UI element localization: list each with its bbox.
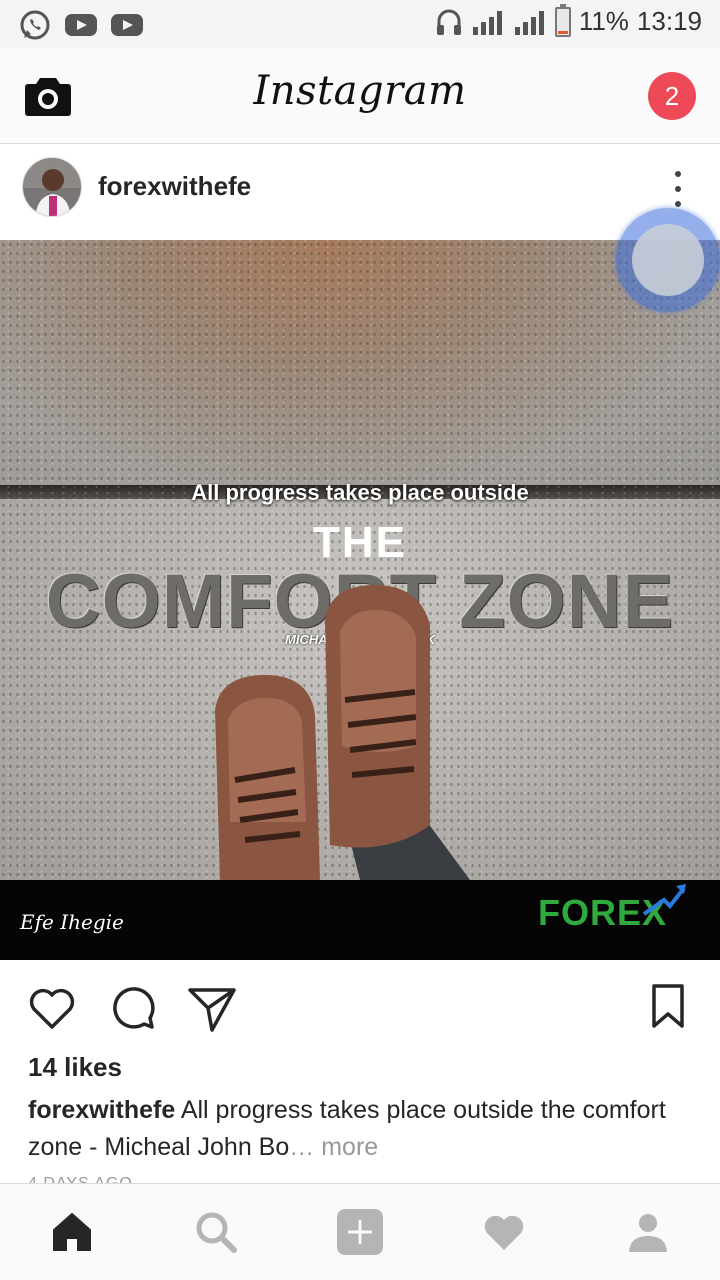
- logo-arrow-icon: [642, 884, 686, 916]
- whatsapp-icon: [18, 8, 52, 42]
- touch-indicator: [616, 208, 720, 312]
- post-image[interactable]: All progress takes place outside THE COM…: [0, 240, 720, 960]
- app-header: Instagram 2: [0, 48, 720, 144]
- notification-badge[interactable]: 2: [648, 72, 696, 120]
- signal-icon: [471, 9, 505, 35]
- status-notifications: [18, 8, 144, 42]
- bottom-nav: [0, 1183, 720, 1280]
- status-system: 11% 13:19: [435, 3, 702, 37]
- post-caption: forexwithefe All progress takes place ou…: [28, 1092, 688, 1166]
- status-bar: 11% 13:19: [0, 0, 720, 48]
- add-icon[interactable]: [336, 1208, 384, 1256]
- battery-percent: 11%: [578, 6, 629, 36]
- headphones-icon: [435, 7, 463, 37]
- like-count[interactable]: 14 likes: [28, 1052, 122, 1083]
- battery-icon: [554, 3, 571, 37]
- youtube-icon: [110, 12, 144, 38]
- search-icon[interactable]: [192, 1208, 240, 1256]
- more-options-icon[interactable]: [666, 171, 690, 207]
- caption-more-link[interactable]: … more: [289, 1133, 378, 1161]
- post-header: forexwithefe: [0, 145, 720, 239]
- bookmark-icon[interactable]: [642, 982, 694, 1034]
- profile-icon[interactable]: [624, 1208, 672, 1256]
- activity-icon[interactable]: [480, 1208, 528, 1256]
- youtube-icon: [64, 12, 98, 38]
- avatar[interactable]: [22, 157, 82, 217]
- image-signature: Efe Ihegie: [20, 910, 124, 934]
- post-username[interactable]: forexwithefe: [98, 171, 251, 202]
- heart-icon[interactable]: [26, 982, 78, 1034]
- share-icon[interactable]: [186, 982, 238, 1034]
- home-icon[interactable]: [48, 1208, 96, 1256]
- comment-icon[interactable]: [106, 982, 158, 1034]
- app-title: Instagram: [253, 68, 467, 114]
- shoes-illustration: [215, 585, 470, 880]
- clock: 13:19: [636, 6, 702, 36]
- action-bar: [0, 960, 720, 1052]
- caption-username[interactable]: forexwithefe: [28, 1096, 175, 1124]
- signal-icon: [513, 9, 547, 35]
